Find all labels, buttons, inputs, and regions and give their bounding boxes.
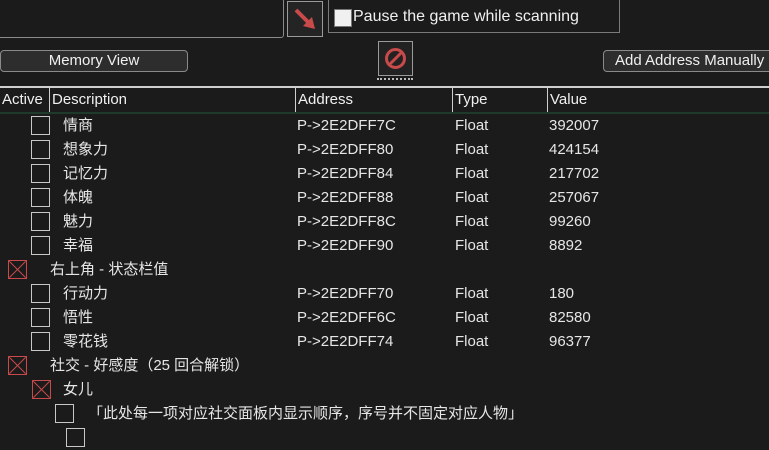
active-checkbox[interactable] — [31, 284, 50, 303]
group-checkbox[interactable] — [8, 260, 27, 279]
row-address: P->2E2DFF6C — [297, 309, 396, 326]
active-checkbox[interactable] — [31, 188, 50, 207]
active-checkbox[interactable] — [31, 116, 50, 135]
row-description: 悟性 — [63, 309, 94, 326]
row-value: 217702 — [549, 165, 600, 182]
col-address[interactable]: Address — [296, 88, 453, 112]
row-type: Float — [455, 285, 489, 302]
row-value: 99260 — [549, 213, 591, 230]
table-row[interactable]: 情商 P->2E2DFF7C Float 392007 — [0, 114, 769, 138]
table-header: Active Description Address Type Value — [0, 86, 769, 114]
group-row[interactable]: 女儿 — [0, 378, 769, 402]
row-description: 魅力 — [63, 213, 94, 230]
row-type: Float — [455, 141, 489, 158]
pause-label: Pause the game while scanning — [353, 8, 579, 25]
row-type: Float — [455, 333, 489, 350]
table-row[interactable]: 行动力 P->2E2DFF70 Float 180 — [0, 282, 769, 306]
table-row[interactable]: 魅力 P->2E2DFF8C Float 99260 — [0, 210, 769, 234]
scan-panel-frame — [0, 0, 284, 38]
row-address: P->2E2DFF88 — [297, 189, 394, 206]
row-description: 行动力 — [63, 285, 109, 302]
group-checkbox[interactable] — [32, 380, 51, 399]
row-address: P->2E2DFF84 — [297, 165, 394, 182]
active-checkbox[interactable] — [55, 404, 74, 423]
active-checkbox[interactable] — [66, 428, 85, 447]
row-description: 体魄 — [63, 189, 94, 206]
group-description: 女儿 — [63, 381, 94, 398]
active-checkbox[interactable] — [31, 236, 50, 255]
row-description: 想象力 — [63, 141, 109, 158]
group-description: 右上角 - 状态栏值 — [50, 261, 169, 278]
active-checkbox[interactable] — [31, 164, 50, 183]
row-value: 392007 — [549, 117, 600, 134]
group-row[interactable]: 社交 - 好感度（25 回合解锁） — [0, 354, 769, 378]
row-description: 幸福 — [63, 237, 94, 254]
row-value: 180 — [549, 285, 575, 302]
row-value: 8892 — [549, 237, 583, 254]
active-checkbox[interactable] — [31, 308, 50, 327]
table-row[interactable]: 想象力 P->2E2DFF80 Float 424154 — [0, 138, 769, 162]
col-value[interactable]: Value — [548, 88, 769, 112]
col-description[interactable]: Description — [50, 88, 296, 112]
active-checkbox[interactable] — [31, 212, 50, 231]
col-type[interactable]: Type — [453, 88, 548, 112]
group-checkbox[interactable] — [8, 356, 27, 375]
col-active[interactable]: Active — [0, 88, 50, 112]
row-value: 257067 — [549, 189, 600, 206]
row-address: P->2E2DFF74 — [297, 333, 394, 350]
table-row[interactable]: 幸福 P->2E2DFF90 Float 8892 — [0, 234, 769, 258]
row-type: Float — [455, 237, 489, 254]
row-address: P->2E2DFF90 — [297, 237, 394, 254]
active-checkbox[interactable] — [31, 140, 50, 159]
row-value: 96377 — [549, 333, 591, 350]
row-type: Float — [455, 309, 489, 326]
row-description: 情商 — [63, 117, 94, 134]
table-row[interactable]: 记忆力 P->2E2DFF84 Float 217702 — [0, 162, 769, 186]
row-address: P->2E2DFF80 — [297, 141, 394, 158]
splitter-handle[interactable] — [377, 78, 413, 80]
pause-checkbox[interactable] — [334, 9, 352, 27]
no-entry-icon — [385, 48, 406, 69]
add-address-button[interactable]: Add Address Manually — [603, 50, 769, 72]
row-address: P->2E2DFF70 — [297, 285, 394, 302]
row-type: Float — [455, 213, 489, 230]
row-type: Float — [455, 165, 489, 182]
table-row[interactable]: 悟性 P->2E2DFF6C Float 82580 — [0, 306, 769, 330]
table-row[interactable]: 「此处每一项对应社交面板内显示顺序，序号并不固定对应人物」 — [0, 402, 769, 426]
row-address: P->2E2DFF7C — [297, 117, 396, 134]
red-diagonal-arrow-icon — [294, 8, 315, 29]
group-description: 社交 - 好感度（25 回合解锁） — [50, 357, 250, 374]
row-type: Float — [455, 189, 489, 206]
row-value: 424154 — [549, 141, 600, 158]
row-type: Float — [455, 117, 489, 134]
table-row[interactable] — [0, 426, 769, 450]
row-description: 「此处每一项对应社交面板内显示顺序，序号并不固定对应人物」 — [88, 405, 524, 422]
arrow-button[interactable] — [287, 1, 323, 37]
group-row[interactable]: 右上角 - 状态栏值 — [0, 258, 769, 282]
row-address: P->2E2DFF8C — [297, 213, 396, 230]
clear-list-button[interactable] — [378, 41, 413, 76]
memory-view-button[interactable]: Memory View — [0, 50, 188, 72]
table-row[interactable]: 体魄 P->2E2DFF88 Float 257067 — [0, 186, 769, 210]
row-value: 82580 — [549, 309, 591, 326]
row-description: 记忆力 — [63, 165, 109, 182]
row-description: 零花钱 — [63, 333, 109, 350]
active-checkbox[interactable] — [31, 332, 50, 351]
table-row[interactable]: 零花钱 P->2E2DFF74 Float 96377 — [0, 330, 769, 354]
